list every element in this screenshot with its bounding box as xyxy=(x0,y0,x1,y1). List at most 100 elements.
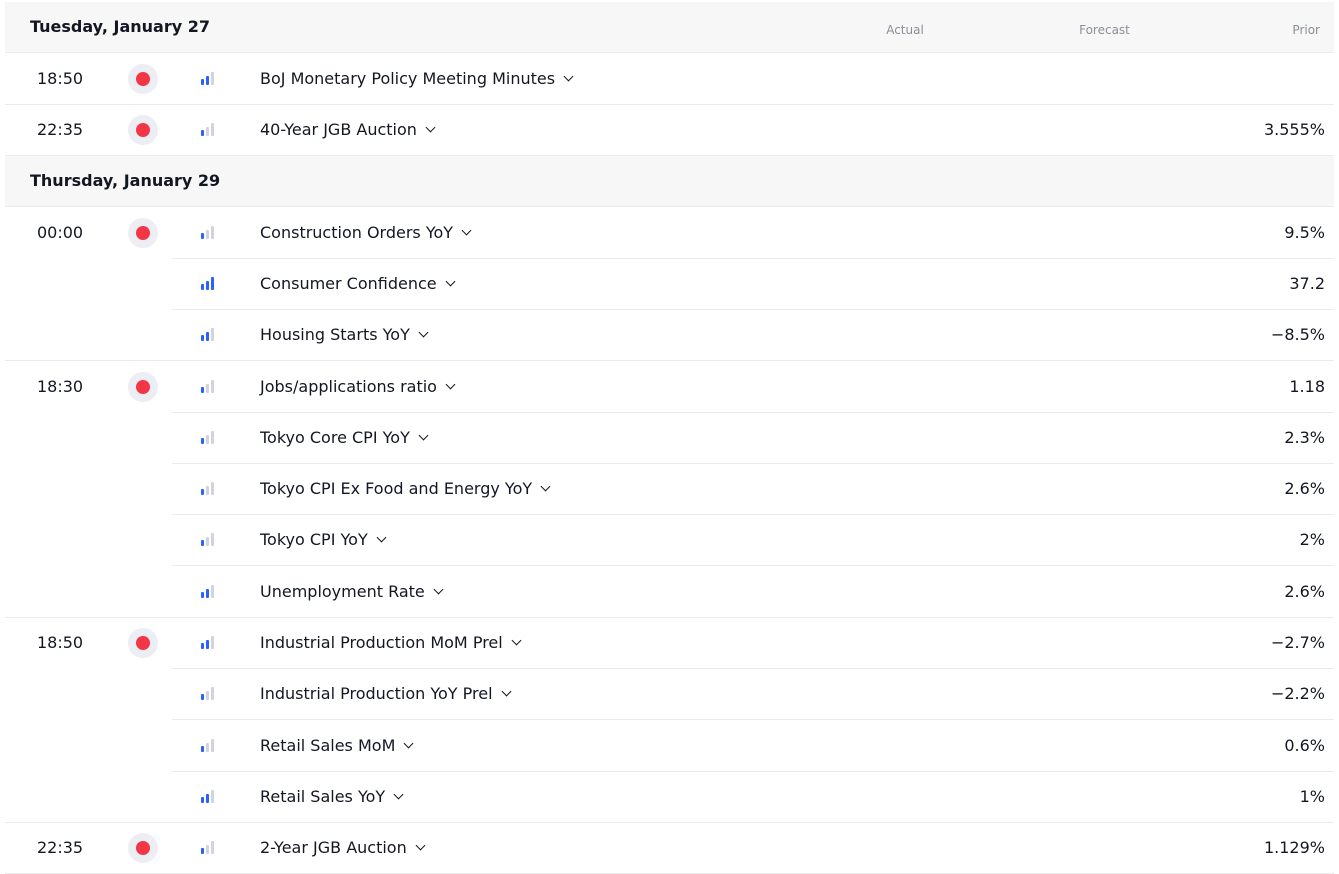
importance-bars-icon xyxy=(201,328,215,342)
event-title-text: BoJ Monetary Policy Meeting Minutes xyxy=(260,69,556,88)
prior-value: 1.18 xyxy=(1289,376,1325,396)
event-title[interactable]: Tokyo CPI YoY xyxy=(260,514,387,565)
day-title: Tuesday, January 27 xyxy=(30,17,210,36)
event-title[interactable]: Unemployment Rate xyxy=(260,566,444,617)
prior-value: 2.3% xyxy=(1284,427,1325,447)
event-row[interactable]: 00:00 Construction Orders YoY 9.5% xyxy=(37,207,1334,259)
event-title-text: Industrial Production YoY Prel xyxy=(260,684,493,704)
prior-value: 2.6% xyxy=(1284,581,1325,601)
event-time: 18:50 xyxy=(37,69,84,88)
column-forecast: Forecast xyxy=(1079,23,1130,37)
event-title-text: 40-Year JGB Auction xyxy=(260,120,417,140)
event-row[interactable]: 18:50 BoJ Monetary Policy Meeting Minutes xyxy=(5,53,1334,105)
event-title[interactable]: Industrial Production MoM Prel xyxy=(260,617,522,668)
event-title-text: Jobs/applications ratio xyxy=(260,376,437,396)
importance-bars-icon xyxy=(201,738,215,752)
event-title-text: Housing Starts YoY xyxy=(260,325,410,345)
event-title-text: Retail Sales YoY xyxy=(260,786,386,806)
event-time: 22:35 xyxy=(37,838,84,858)
event-time: 18:50 xyxy=(37,633,84,652)
event-row[interactable]: Unemployment Rate 2.6% xyxy=(5,566,1334,618)
day-title: Thursday, January 29 xyxy=(30,170,221,190)
japan-flag-icon xyxy=(128,115,158,146)
event-title[interactable]: Tokyo Core CPI YoY xyxy=(260,412,429,463)
event-title-text: Unemployment Rate xyxy=(260,581,425,601)
prior-value: 2.6% xyxy=(1284,479,1325,499)
chevron-down-icon[interactable] xyxy=(376,532,387,543)
event-title[interactable]: Housing Starts YoY xyxy=(260,309,429,360)
economic-calendar: Tuesday, January 27 Actual Forecast Prior 18… xyxy=(0,0,1339,874)
event-title-text: Construction Orders YoY xyxy=(260,222,454,242)
event-row[interactable]: Retail Sales YoY 1% xyxy=(5,771,1334,823)
prior-value: 0.6% xyxy=(1284,735,1325,755)
event-title-text: Tokyo CPI Ex Food and Energy YoY xyxy=(260,479,533,499)
prior-value: 3.555% xyxy=(1263,120,1325,140)
event-title[interactable]: Retail Sales MoM xyxy=(260,720,414,771)
event-title[interactable]: Jobs/applications ratio xyxy=(260,361,456,412)
event-title[interactable]: BoJ Monetary Policy Meeting Minutes xyxy=(260,53,574,104)
event-title-text: 2-Year JGB Auction xyxy=(260,838,407,858)
event-row[interactable]: Consumer Confidence 37.2 xyxy=(172,258,1334,310)
chevron-down-icon[interactable] xyxy=(511,635,522,646)
event-title[interactable]: Retail Sales YoY xyxy=(260,771,404,822)
chevron-down-icon[interactable] xyxy=(540,481,551,492)
chevron-down-icon[interactable] xyxy=(418,327,429,338)
importance-bars-icon xyxy=(201,584,215,598)
chevron-down-icon[interactable] xyxy=(445,276,456,287)
chevron-down-icon[interactable] xyxy=(393,789,404,800)
importance-bars-icon xyxy=(201,379,215,393)
prior-value: 9.5% xyxy=(1284,222,1325,242)
importance-bars-icon xyxy=(201,482,215,496)
event-row[interactable]: 22:35 40-Year JGB Auction 3.555% xyxy=(5,104,1334,157)
event-title-text: Tokyo Core CPI YoY xyxy=(260,427,410,447)
importance-bars-icon xyxy=(201,225,215,239)
event-row[interactable]: 18:30 Jobs/applications ratio 1.18 xyxy=(37,361,1334,413)
event-title[interactable]: 2-Year JGB Auction xyxy=(260,822,426,873)
chevron-down-icon[interactable] xyxy=(418,430,429,441)
event-title[interactable]: 40-Year JGB Auction xyxy=(260,104,436,155)
chevron-down-icon[interactable] xyxy=(425,122,436,133)
chevron-down-icon[interactable] xyxy=(403,738,414,749)
event-title[interactable]: Industrial Production YoY Prel xyxy=(260,668,511,719)
chevron-down-icon[interactable] xyxy=(501,686,511,697)
importance-bars-icon xyxy=(201,430,215,444)
column-actual: Actual xyxy=(886,23,924,37)
prior-value: −8.5% xyxy=(1270,325,1325,345)
prior-value: −2.2% xyxy=(1270,684,1325,704)
japan-flag-icon xyxy=(128,628,158,658)
event-row[interactable]: Industrial Production YoY Prel −2.2% xyxy=(172,668,1334,721)
japan-flag-icon xyxy=(128,217,158,248)
event-row[interactable]: Tokyo CPI YoY 2% xyxy=(172,514,1334,567)
event-time: 00:00 xyxy=(37,222,84,242)
importance-bars-icon xyxy=(201,276,215,290)
chevron-down-icon[interactable] xyxy=(461,225,472,236)
importance-bars-icon xyxy=(201,687,215,701)
event-row[interactable]: 22:35 2-Year JGB Auction 1.129% xyxy=(5,822,1334,874)
day-header: Thursday, January 29 xyxy=(5,155,1334,207)
importance-bars-icon xyxy=(201,789,215,803)
importance-bars-icon xyxy=(201,123,215,137)
event-row[interactable]: Housing Starts YoY −8.5% xyxy=(5,309,1334,362)
prior-value: −2.7% xyxy=(1270,633,1325,652)
event-row[interactable]: Tokyo Core CPI YoY 2.3% xyxy=(172,412,1334,464)
chevron-down-icon[interactable] xyxy=(445,379,456,389)
day-header: Tuesday, January 27 Actual Forecast Prior xyxy=(5,2,1334,53)
event-title-text: Retail Sales MoM xyxy=(260,735,396,755)
event-row[interactable]: Tokyo CPI Ex Food and Energy YoY 2.6% xyxy=(172,463,1334,516)
importance-bars-icon xyxy=(201,841,215,855)
chevron-down-icon[interactable] xyxy=(433,584,444,595)
chevron-down-icon[interactable] xyxy=(415,840,426,851)
event-time: 22:35 xyxy=(37,120,84,140)
event-row[interactable]: Retail Sales MoM 0.6% xyxy=(172,720,1334,772)
prior-value: 1% xyxy=(1299,786,1325,806)
event-title[interactable]: Consumer Confidence xyxy=(260,258,456,309)
event-row[interactable]: 18:50 Industrial Production MoM Prel −2.7% xyxy=(37,617,1334,669)
prior-value: 1.129% xyxy=(1263,838,1325,858)
column-prior: Prior xyxy=(1292,23,1320,37)
japan-flag-icon xyxy=(128,833,158,864)
chevron-down-icon[interactable] xyxy=(563,71,574,82)
event-title[interactable]: Tokyo CPI Ex Food and Energy YoY xyxy=(260,463,551,514)
event-title[interactable]: Construction Orders YoY xyxy=(260,207,472,258)
prior-value: 37.2 xyxy=(1289,273,1325,293)
japan-flag-icon xyxy=(128,64,158,94)
